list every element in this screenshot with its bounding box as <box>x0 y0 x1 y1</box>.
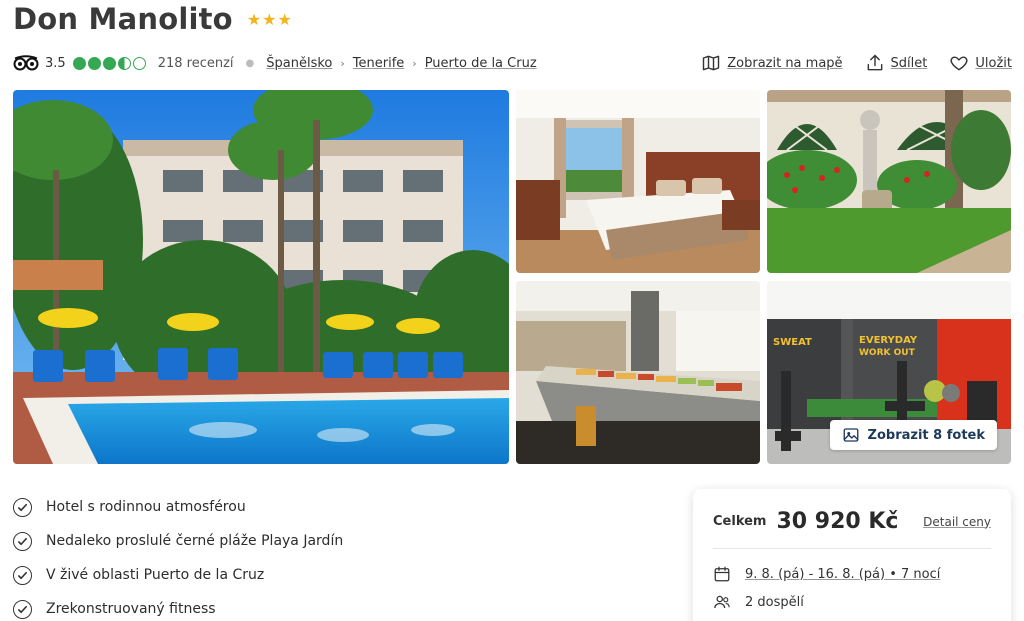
feature-item: Hotel s rodinnou atmosférou <box>13 490 343 524</box>
rating-value: 3.5 <box>45 55 66 71</box>
users-icon <box>714 595 730 609</box>
review-count-link[interactable]: 218 recenzí <box>158 56 234 71</box>
price-card: Celkem 30 920 Kč Detail ceny 9. 8. (pá) … <box>693 489 1011 621</box>
feature-item: Nedaleko proslulé černé pláže Playa Jard… <box>13 524 343 558</box>
rating-bubble <box>72 56 86 70</box>
show-map-label: Zobrazit na mapě <box>727 55 843 71</box>
feature-text: Nedaleko proslulé černé pláže Playa Jard… <box>46 533 344 549</box>
feature-text: V živé oblasti Puerto de la Cruz <box>46 567 265 583</box>
divider <box>713 548 991 549</box>
rating-bubble <box>87 56 101 70</box>
hotel-header: Don Manolito ★★★ <box>13 2 293 36</box>
hotel-stars: ★★★ <box>246 9 293 29</box>
guest-count: 2 dospělí <box>745 594 804 610</box>
feature-list: Hotel s rodinnou atmosférou Nedaleko pro… <box>13 490 343 621</box>
show-map-button[interactable]: Zobrazit na mapě <box>701 53 843 73</box>
breadcrumb-chevron-icon: › <box>340 56 345 70</box>
breadcrumb-chevron-icon: › <box>412 56 417 70</box>
map-icon <box>703 55 720 71</box>
image-icon <box>843 428 858 442</box>
tripadvisor-icon <box>13 55 39 71</box>
rating-bubble <box>102 56 116 70</box>
separator-dot: ● <box>245 57 255 69</box>
photo-pool[interactable] <box>13 90 509 464</box>
price-label: Celkem <box>713 514 767 529</box>
breadcrumb-city[interactable]: Puerto de la Cruz <box>425 56 537 71</box>
dates-row[interactable]: 9. 8. (pá) - 16. 8. (pá) • 7 nocí <box>713 561 991 587</box>
price-row: Celkem 30 920 Kč Detail ceny <box>713 509 991 534</box>
photo-gallery: SWEAT EVERYDAY WORK OUT Zobrazit 8 fotek <box>13 90 1011 464</box>
gym-sign-text: SWEAT <box>773 337 812 348</box>
hotel-name: Don Manolito <box>13 2 233 36</box>
show-all-photos-button[interactable]: Zobrazit 8 fotek <box>829 420 997 450</box>
price-detail-link[interactable]: Detail ceny <box>923 515 991 529</box>
guests-row[interactable]: 2 dospělí <box>713 589 991 615</box>
photo-gym[interactable]: SWEAT EVERYDAY WORK OUT Zobrazit 8 fotek <box>767 281 1011 464</box>
save-label: Uložit <box>975 55 1012 71</box>
rating-bubbles <box>72 56 146 70</box>
share-icon <box>867 54 882 71</box>
trip-dates: 9. 8. (pá) - 16. 8. (pá) • 7 nocí <box>745 566 941 582</box>
save-button[interactable]: Uložit <box>949 53 1012 73</box>
photo-room[interactable] <box>516 90 760 273</box>
gym-sign-text: WORK OUT <box>859 348 916 358</box>
rating-bubble <box>132 56 146 70</box>
check-circle-icon <box>13 497 32 517</box>
photo-garden[interactable] <box>767 90 1011 273</box>
rating-bubble <box>117 56 131 70</box>
header-actions: Zobrazit na mapě Sdílet Uložit <box>701 53 1012 73</box>
check-circle-icon <box>13 565 32 585</box>
show-all-photos-label: Zobrazit 8 fotek <box>867 427 985 443</box>
calendar-icon <box>714 566 730 582</box>
feature-text: Hotel s rodinnou atmosférou <box>46 499 246 515</box>
share-label: Sdílet <box>890 55 928 71</box>
heart-icon <box>950 56 968 71</box>
check-circle-icon <box>13 599 32 619</box>
gym-sign-text: EVERYDAY <box>859 335 918 346</box>
feature-item: Zrekonstruovaný fitness <box>13 592 343 621</box>
total-price: 30 920 Kč <box>776 509 899 534</box>
check-circle-icon <box>13 531 32 551</box>
photo-buffet[interactable] <box>516 281 760 464</box>
meta-row: 3.5 218 recenzí ● Španělsko › Tenerife ›… <box>13 52 1012 74</box>
feature-text: Zrekonstruovaný fitness <box>46 601 216 617</box>
breadcrumb-country[interactable]: Španělsko <box>266 56 332 71</box>
breadcrumb-island[interactable]: Tenerife <box>353 56 405 71</box>
feature-item: V živé oblasti Puerto de la Cruz <box>13 558 343 592</box>
share-button[interactable]: Sdílet <box>865 53 928 73</box>
